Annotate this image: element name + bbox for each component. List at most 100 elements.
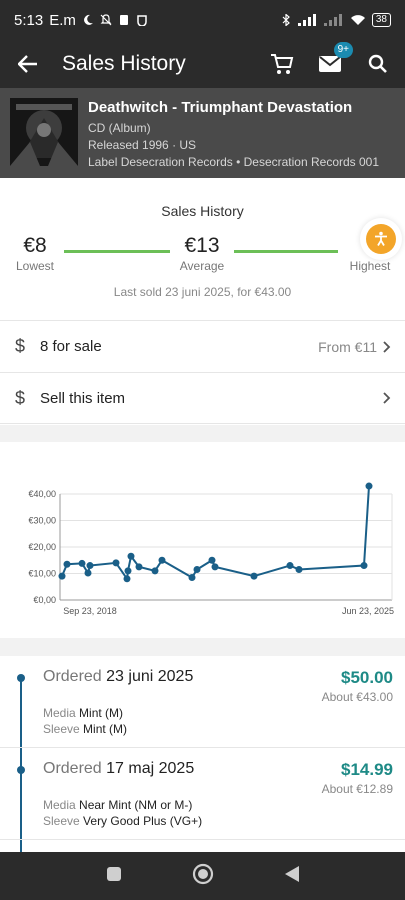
accessibility-button[interactable] [366,224,396,254]
media-value: Near Mint (NM or M-) [79,798,193,812]
order-price-converted: About €12.89 [321,782,393,796]
order-item[interactable]: Ordered 17 maj 2025 $14.99 About €12.89 … [0,748,405,840]
chevron-right-icon [383,340,391,353]
home-button[interactable] [192,863,214,890]
lowest-label: Lowest [15,259,55,273]
data-point [78,559,86,567]
sell-item-row[interactable]: $ Sell this item [0,372,405,424]
y-tick-label: €10,00 [28,569,56,579]
release-format: CD (Album) [88,121,151,135]
data-point [151,567,159,575]
order-date-value: 23 juni 2025 [106,668,194,685]
data-point [86,562,94,570]
back-nav-button[interactable] [284,865,300,888]
page-title: Sales History [62,52,186,75]
media-label: Media [43,798,76,812]
sleeve-value: Mint (M) [83,722,128,736]
orders-list: Ordered 23 juni 2025 $50.00 About €43.00… [0,656,405,852]
search-button[interactable] [365,51,391,77]
release-title: Deathwitch - Triumphant Devastation [88,99,353,116]
release-label: Label Desecration Records • Desecration … [88,155,380,169]
y-tick-label: €30,00 [28,516,56,526]
for-sale-label: 8 for sale [40,338,102,355]
data-point [124,567,132,575]
ordered-label: Ordered [43,668,102,685]
status-bar: 5:13 E.m 38 [0,0,405,40]
back-button[interactable] [0,40,56,88]
summary-title: Sales History [161,203,244,219]
recents-button[interactable] [106,866,122,887]
data-point [63,560,71,568]
data-point [193,566,201,574]
cart-button[interactable] [269,51,295,77]
range-bar-right [234,250,338,253]
sales-chart-svg: €40,00 €30,00 €20,00 €10,00 €0,00 Sep 23, 201… [28,482,394,616]
mail-icon [319,56,341,72]
album-cover-art [10,98,78,166]
messages-button[interactable]: 9+ [317,42,353,77]
y-tick-label: €0,00 [33,595,56,605]
home-circle-icon [192,863,213,884]
data-point [135,563,143,571]
album-cover [10,98,78,166]
data-point [360,562,368,570]
order-date-value: 17 maj 2025 [106,760,195,777]
moon-icon [83,14,93,25]
media-condition: Media Near Mint (NM or M-) [43,798,192,812]
x-tick-label: Jun 23, 2025 [342,606,394,616]
y-tick-label: €20,00 [28,542,56,552]
sim-icon [119,15,128,25]
status-carrier: E.m [49,11,76,29]
ordered-label: Ordered [43,760,102,777]
data-point [58,572,66,580]
signal-2-icon [323,14,342,26]
arrow-left-icon [18,55,37,73]
data-point [112,559,120,567]
search-icon [368,54,387,73]
dollar-icon: $ [14,387,25,408]
data-point [286,562,294,570]
sleeve-value: Very Good Plus (VG+) [83,814,203,828]
x-tick-label: Sep 23, 2018 [63,606,117,616]
order-price-converted: About €43.00 [321,690,393,704]
media-value: Mint (M) [79,706,124,720]
data-point [188,573,196,581]
range-bar-left [64,250,170,253]
timeline-dot [17,766,25,774]
dollar-icon: $ [14,336,25,356]
for-sale-row[interactable]: $ 8 for sale From €11 [0,320,405,372]
app-icon [137,15,147,26]
data-point [365,482,373,490]
sleeve-label: Sleeve [43,814,80,828]
stat-average: €13 Average [167,234,237,273]
chevron-right-icon [383,392,391,404]
highest-label: Highest [349,259,391,273]
cart-icon [271,54,294,74]
media-condition: Media Mint (M) [43,706,123,720]
signal-icon [297,14,316,26]
bell-off-icon [100,14,112,26]
data-point [211,563,219,571]
status-time: 5:13 [14,11,44,29]
order-price: $50.00 [341,668,393,687]
average-label: Average [179,259,225,273]
stat-lowest: €8 Lowest [0,234,70,273]
release-date: Released 1996 · US [88,138,197,152]
data-point [127,552,135,560]
sleeve-condition: Sleeve Very Good Plus (VG+) [43,814,202,828]
sell-item-label: Sell this item [40,389,126,407]
sleeve-condition: Sleeve Mint (M) [43,722,127,736]
square-icon [106,866,121,881]
battery-indicator: 38 [371,13,391,27]
average-value: €13 [184,234,220,257]
data-point [123,575,131,583]
order-date: Ordered 23 juni 2025 [43,668,193,686]
order-date: Ordered 17 maj 2025 [43,760,194,778]
messages-badge: 9+ [333,42,353,58]
data-point [295,566,303,574]
for-sale-from: From €11 [318,338,377,355]
release-header[interactable]: Deathwitch - Triumphant Devastation CD (… [0,88,405,178]
data-point [84,569,92,577]
order-item[interactable]: Ordered 23 juni 2025 $50.00 About €43.00… [0,656,405,748]
last-sold: Last sold 23 juni 2025, for €43.00 [113,285,292,299]
